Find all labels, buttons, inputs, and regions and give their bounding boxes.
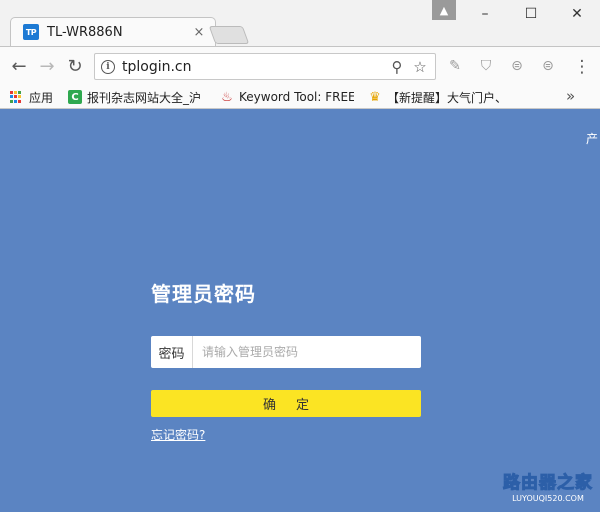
flame-icon: ♨ bbox=[221, 89, 233, 105]
browser-toolbar: ← → ↻ i tplogin.cn ⚲ ☆ ✎ ⛉ ⊜ ⊜ ⋮ bbox=[0, 46, 600, 84]
password-label: 密码 bbox=[151, 336, 193, 368]
maximize-button[interactable]: ☐ bbox=[516, 2, 546, 26]
page-title: 管理员密码 bbox=[151, 282, 256, 306]
bookmarks-overflow-icon[interactable]: » bbox=[566, 87, 575, 105]
bookmark-apps[interactable]: 应用 bbox=[10, 88, 60, 106]
extension-2-icon[interactable]: ⛉ bbox=[477, 57, 495, 75]
bookmark-star-icon[interactable]: ☆ bbox=[411, 58, 429, 76]
password-field-row: 密码 bbox=[151, 336, 421, 368]
zoom-icon[interactable]: ⚲ bbox=[388, 58, 406, 76]
new-tab-button[interactable] bbox=[208, 26, 250, 44]
bookmark-label: 应用 bbox=[29, 90, 54, 105]
bookmark-label: 【新提醒】大气门户、 bbox=[387, 90, 502, 105]
extension-1-icon[interactable]: ✎ bbox=[446, 57, 464, 75]
bookmark-portal[interactable]: ♛ 【新提醒】大气门户、 bbox=[368, 88, 502, 106]
forward-button[interactable]: → bbox=[36, 56, 58, 78]
tp-link-favicon-icon: TP bbox=[23, 24, 39, 40]
url-text[interactable]: tplogin.cn bbox=[122, 59, 192, 75]
browser-tab[interactable]: TP TL-WR886N × bbox=[10, 17, 216, 47]
back-button[interactable]: ← bbox=[8, 56, 30, 78]
corner-nav-text[interactable]: 产 bbox=[586, 130, 598, 147]
reload-button[interactable]: ↻ bbox=[64, 56, 86, 78]
browser-menu-icon[interactable]: ⋮ bbox=[571, 56, 593, 78]
extension-3-icon[interactable]: ⊜ bbox=[508, 57, 526, 75]
bookmark-label: 报刊杂志网站大全_沪 bbox=[87, 90, 202, 105]
watermark-logo: 路由器之家 LUYOUQI520.COM bbox=[498, 468, 598, 504]
bookmarks-bar: 应用 C 报刊杂志网站大全_沪 ♨ Keyword Tool: FREE ♛ 【… bbox=[0, 84, 600, 109]
extension-4-icon[interactable]: ⊜ bbox=[539, 57, 557, 75]
bookmark-label: Keyword Tool: FREE bbox=[239, 90, 354, 104]
bookmark-magazines[interactable]: C 报刊杂志网站大全_沪 bbox=[68, 88, 206, 106]
tab-close-icon[interactable]: × bbox=[192, 25, 206, 40]
profile-icon[interactable]: ▲ bbox=[432, 0, 456, 20]
router-login-page: 产 管理员密码 密码 确定 忘记密码? 路由器之家 LUYOUQI520.COM bbox=[0, 110, 600, 512]
forgot-password-link[interactable]: 忘记密码? bbox=[151, 426, 205, 443]
confirm-button[interactable]: 确定 bbox=[151, 390, 421, 417]
bookmark-keyword-tool[interactable]: ♨ Keyword Tool: FREE bbox=[220, 88, 354, 106]
password-input[interactable] bbox=[193, 337, 421, 367]
site-info-icon[interactable]: i bbox=[101, 60, 115, 74]
green-c-icon: C bbox=[68, 90, 82, 104]
trophy-icon: ♛ bbox=[369, 89, 381, 105]
watermark-sub-text: LUYOUQI520.COM bbox=[512, 494, 584, 503]
minimize-button[interactable]: – bbox=[470, 2, 500, 26]
tab-title: TL-WR886N bbox=[47, 24, 123, 40]
close-window-button[interactable]: ✕ bbox=[562, 2, 592, 26]
apps-grid-icon bbox=[10, 90, 23, 104]
address-bar[interactable]: i tplogin.cn ⚲ ☆ bbox=[94, 53, 436, 80]
browser-titlebar: TP TL-WR886N × ▲ – ☐ ✕ bbox=[0, 0, 600, 47]
watermark-main-text: 路由器之家 bbox=[503, 473, 593, 494]
